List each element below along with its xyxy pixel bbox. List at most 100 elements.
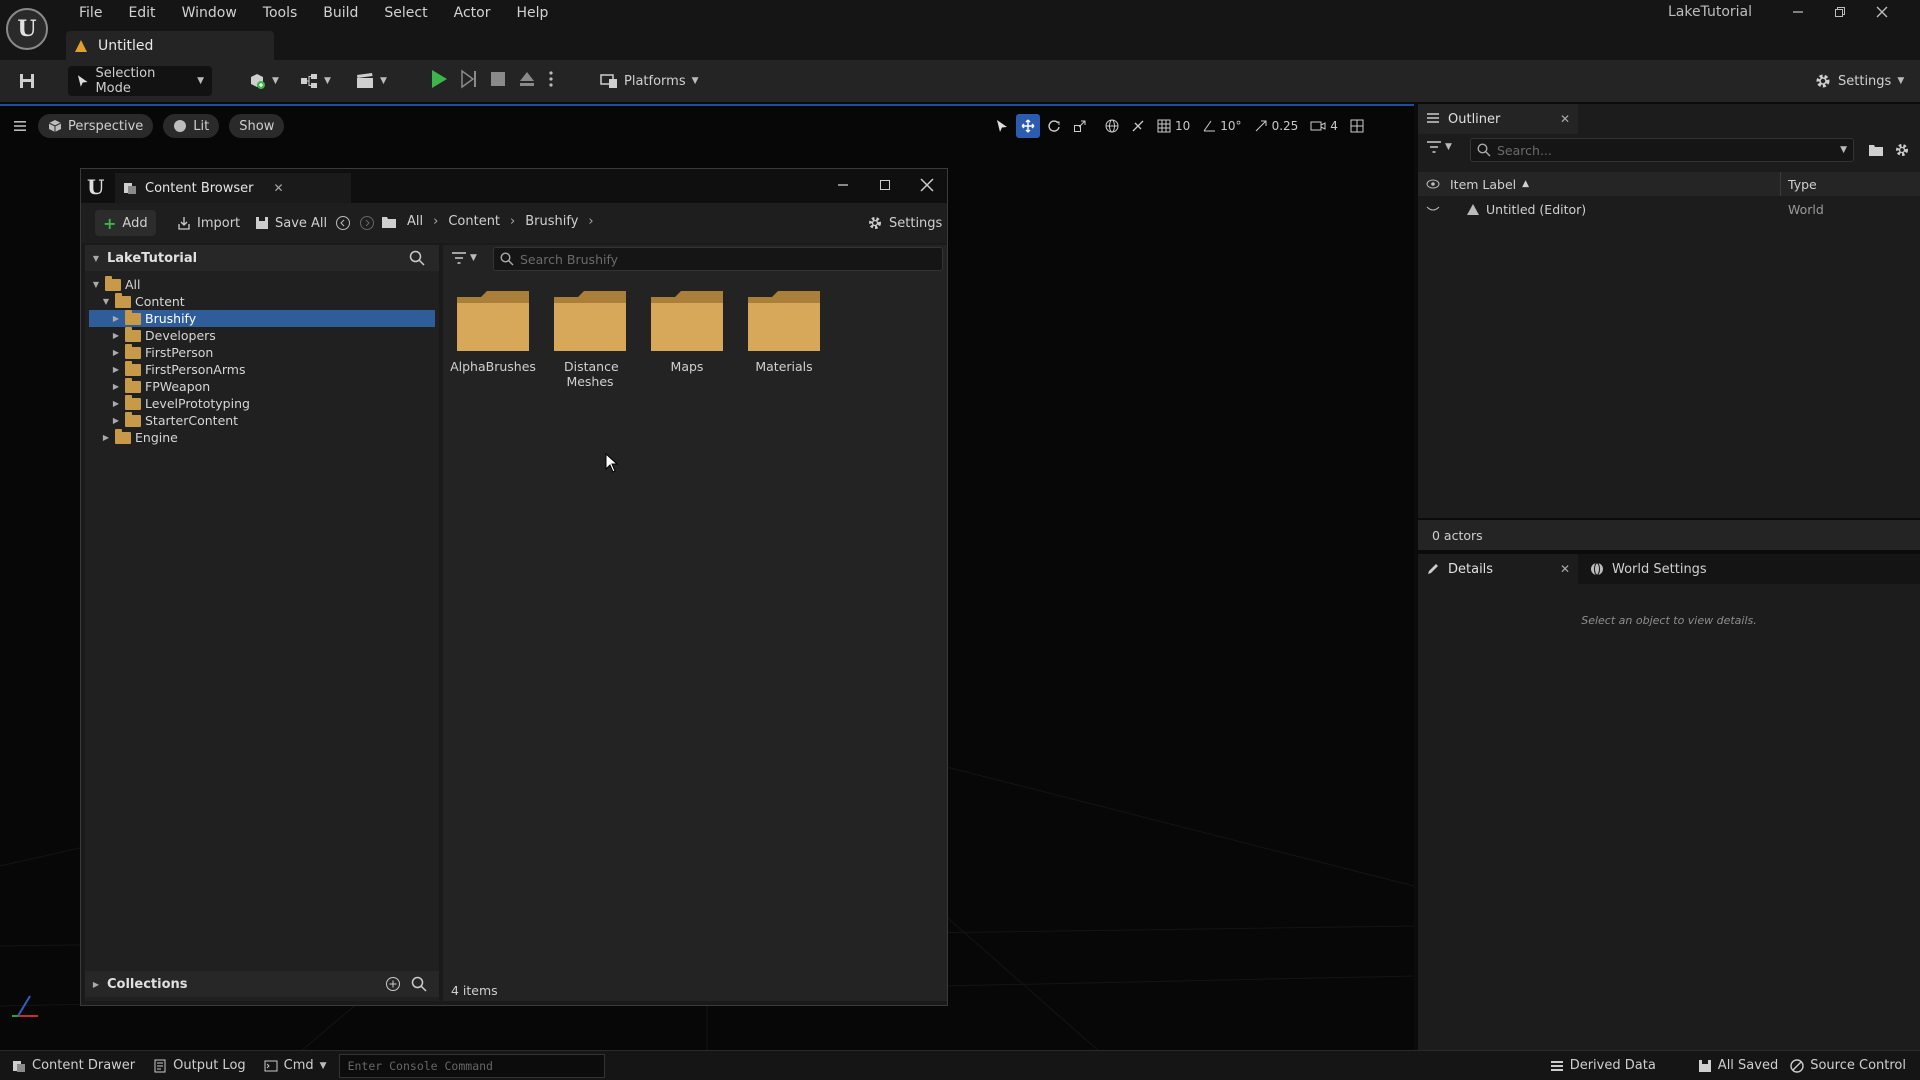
blueprint-button[interactable]: ▼	[292, 66, 339, 96]
tree-item-firstperson[interactable]: ▶ FirstPerson	[111, 343, 213, 361]
search-icon[interactable]	[411, 976, 427, 992]
output-log-button[interactable]: Output Log	[147, 1053, 252, 1079]
restore-icon[interactable]	[1832, 4, 1848, 20]
toolbar-settings-button[interactable]: Settings ▼	[1806, 66, 1912, 96]
forward-icon[interactable]	[359, 215, 375, 231]
cinematics-button[interactable]: ▼	[348, 66, 395, 96]
source-control-button[interactable]: Source Control	[1784, 1053, 1912, 1079]
menu-help[interactable]: Help	[503, 5, 561, 21]
tree-item-brushify[interactable]: ▶ Brushify	[89, 309, 435, 327]
search-icon[interactable]	[409, 250, 425, 266]
select-tool[interactable]	[990, 114, 1014, 138]
new-folder-icon[interactable]	[1868, 142, 1884, 158]
import-button[interactable]: Import	[169, 210, 248, 236]
platforms-dropdown[interactable]: Platforms ▼	[592, 66, 707, 96]
add-collection-icon[interactable]	[385, 976, 401, 992]
outliner-tab[interactable]: Outliner ✕	[1418, 104, 1578, 134]
breadcrumb-brushify[interactable]: Brushify	[525, 214, 578, 229]
filter-button[interactable]: ▼	[451, 251, 477, 265]
outliner-row[interactable]: Untitled (Editor) World	[1418, 198, 1920, 220]
menu-window[interactable]: Window	[169, 5, 250, 21]
scale-snap-toggle[interactable]: 0.25	[1249, 114, 1304, 138]
gear-icon[interactable]	[1894, 142, 1910, 158]
column-item-label[interactable]: Item Label	[1450, 177, 1516, 192]
add-button[interactable]: + Add	[95, 210, 156, 236]
close-tab-icon[interactable]: ✕	[1560, 112, 1570, 126]
console-input[interactable]: Enter Console Command	[338, 1053, 605, 1078]
outliner-filter-button[interactable]: ▼	[1426, 140, 1452, 154]
folder-icon	[554, 291, 626, 351]
grid-snap-toggle[interactable]: 10	[1152, 114, 1195, 138]
close-tab-icon[interactable]: ✕	[274, 181, 284, 195]
show-button[interactable]: Show	[229, 114, 285, 138]
step-forward-icon[interactable]	[460, 69, 478, 89]
content-drawer-button[interactable]: Content Drawer	[6, 1053, 141, 1079]
derived-data-button[interactable]: Derived Data	[1544, 1053, 1662, 1079]
world-space-toggle[interactable]	[1100, 114, 1124, 138]
scale-tool[interactable]	[1068, 114, 1092, 138]
menu-edit[interactable]: Edit	[115, 5, 168, 21]
close-tab-icon[interactable]: ✕	[1560, 562, 1570, 576]
maximize-icon[interactable]	[877, 177, 893, 193]
chevron-right-icon[interactable]: ›	[433, 214, 438, 229]
column-type[interactable]: Type	[1788, 177, 1817, 192]
more-options-icon[interactable]	[548, 69, 554, 89]
hamburger-icon[interactable]	[12, 118, 28, 134]
content-browser-icon	[124, 183, 136, 194]
breadcrumb-all[interactable]: All	[407, 214, 423, 229]
tree-item-all[interactable]: ▼ All	[91, 275, 141, 293]
project-header[interactable]: ▼ LakeTutorial	[85, 245, 439, 271]
eye-icon[interactable]	[1426, 179, 1440, 189]
outliner-search-field[interactable]: Search... ▼	[1470, 138, 1854, 162]
level-tab[interactable]: Untitled	[66, 31, 274, 60]
cmd-dropdown[interactable]: Cmd ▼	[258, 1053, 333, 1079]
close-icon[interactable]	[919, 177, 935, 193]
content-browser-tab[interactable]: Content Browser ✕	[115, 173, 351, 203]
sort-ascending-icon[interactable]: ▲	[1522, 179, 1529, 189]
world-settings-tab[interactable]: World Settings	[1582, 562, 1707, 577]
tree-item-firstpersonarms[interactable]: ▶ FirstPersonArms	[111, 360, 245, 378]
visibility-icon[interactable]	[1426, 205, 1440, 213]
content-browser-settings-button[interactable]: Settings	[859, 210, 950, 236]
back-icon[interactable]	[335, 215, 351, 231]
menu-build[interactable]: Build	[310, 5, 371, 21]
tree-item-developers[interactable]: ▶ Developers	[111, 326, 216, 344]
breadcrumb-content[interactable]: Content	[448, 214, 500, 229]
close-icon[interactable]	[1874, 4, 1890, 20]
translate-tool[interactable]	[1016, 114, 1040, 138]
all-saved-button[interactable]: All Saved	[1692, 1053, 1784, 1079]
surface-snap-toggle[interactable]	[1126, 114, 1150, 138]
tree-item-fpweapon[interactable]: ▶ FPWeapon	[111, 377, 210, 395]
play-icon[interactable]	[430, 69, 448, 89]
tree-item-levelprototyping[interactable]: ▶ LevelPrototyping	[111, 394, 250, 412]
chevron-right-icon[interactable]: ›	[510, 214, 515, 229]
minimize-icon[interactable]	[835, 177, 851, 193]
asset-search-field[interactable]: Search Brushify	[493, 247, 943, 271]
menu-tools[interactable]: Tools	[250, 5, 311, 21]
menu-file[interactable]: File	[66, 5, 115, 21]
chevron-down-icon[interactable]: ▼	[1840, 145, 1847, 155]
mode-dropdown[interactable]: Selection Mode ▼	[68, 66, 212, 96]
rotate-tool[interactable]	[1042, 114, 1066, 138]
tree-item-startercontent[interactable]: ▶ StarterContent	[111, 411, 238, 429]
tree-item-engine[interactable]: ▶ Engine	[101, 428, 178, 446]
camera-speed-button[interactable]: 4	[1305, 114, 1343, 138]
menu-actor[interactable]: Actor	[441, 5, 504, 21]
eject-icon[interactable]	[518, 69, 536, 89]
viewport-layout-button[interactable]	[1345, 114, 1369, 138]
rotation-snap-toggle[interactable]: 10°	[1197, 114, 1246, 138]
collections-header[interactable]: ▶ Collections	[85, 971, 439, 997]
content-browser-titlebar[interactable]: U Content Browser ✕	[81, 169, 947, 203]
details-tab[interactable]: Details ✕	[1418, 554, 1578, 584]
add-actor-button[interactable]: ▼	[240, 66, 287, 96]
minimize-icon[interactable]	[1790, 4, 1806, 20]
tree-item-content[interactable]: ▼ Content	[101, 292, 185, 310]
save-all-button[interactable]: Save All	[247, 210, 335, 236]
save-level-button[interactable]	[10, 66, 44, 96]
chevron-right-icon[interactable]: ›	[588, 214, 593, 229]
lit-button[interactable]: Lit	[163, 114, 220, 138]
unreal-logo-icon[interactable]: U	[6, 8, 48, 50]
perspective-button[interactable]: Perspective	[38, 114, 154, 138]
stop-icon[interactable]	[490, 69, 506, 89]
menu-select[interactable]: Select	[371, 5, 440, 21]
